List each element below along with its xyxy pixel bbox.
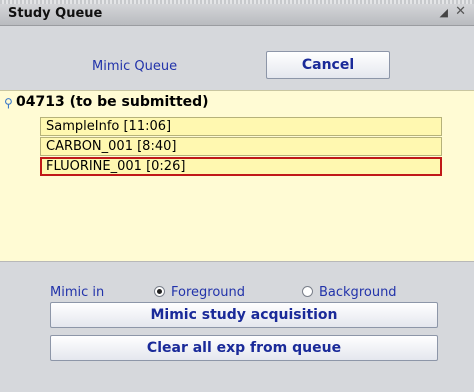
queue-list: SampleInfo [11:06] CARBON_001 [8:40] FLU… [40, 117, 442, 177]
mimic-queue-label: Mimic Queue [92, 59, 178, 74]
tree-node-icon[interactable]: ⚲ [4, 96, 13, 110]
radio-checked-icon[interactable] [154, 286, 165, 297]
clear-all-exp-button[interactable]: Clear all exp from queue [50, 335, 438, 361]
pin-icon[interactable]: ◢ [440, 6, 448, 19]
radio-label: Background [319, 285, 397, 300]
window-title: Study Queue [8, 6, 103, 21]
list-item[interactable]: SampleInfo [11:06] [40, 117, 442, 136]
close-icon[interactable]: ✕ [455, 4, 466, 19]
radio-background[interactable]: Background [302, 285, 397, 301]
radio-foreground[interactable]: Foreground [154, 285, 245, 301]
title-bar: Study Queue ◢ ✕ [0, 0, 474, 26]
cancel-button[interactable]: Cancel [266, 51, 390, 79]
list-item[interactable]: CARBON_001 [8:40] [40, 137, 442, 156]
mimic-study-acquisition-button[interactable]: Mimic study acquisition [50, 302, 438, 328]
queue-tree[interactable]: ⚲ 04713 (to be submitted) SampleInfo [11… [0, 90, 474, 262]
radio-label: Foreground [171, 285, 246, 300]
mimic-in-label: Mimic in [50, 285, 105, 300]
radio-unchecked-icon[interactable] [302, 286, 313, 297]
list-item-selected[interactable]: FLUORINE_001 [0:26] [40, 157, 442, 176]
queue-header[interactable]: 04713 (to be submitted) [16, 94, 209, 110]
